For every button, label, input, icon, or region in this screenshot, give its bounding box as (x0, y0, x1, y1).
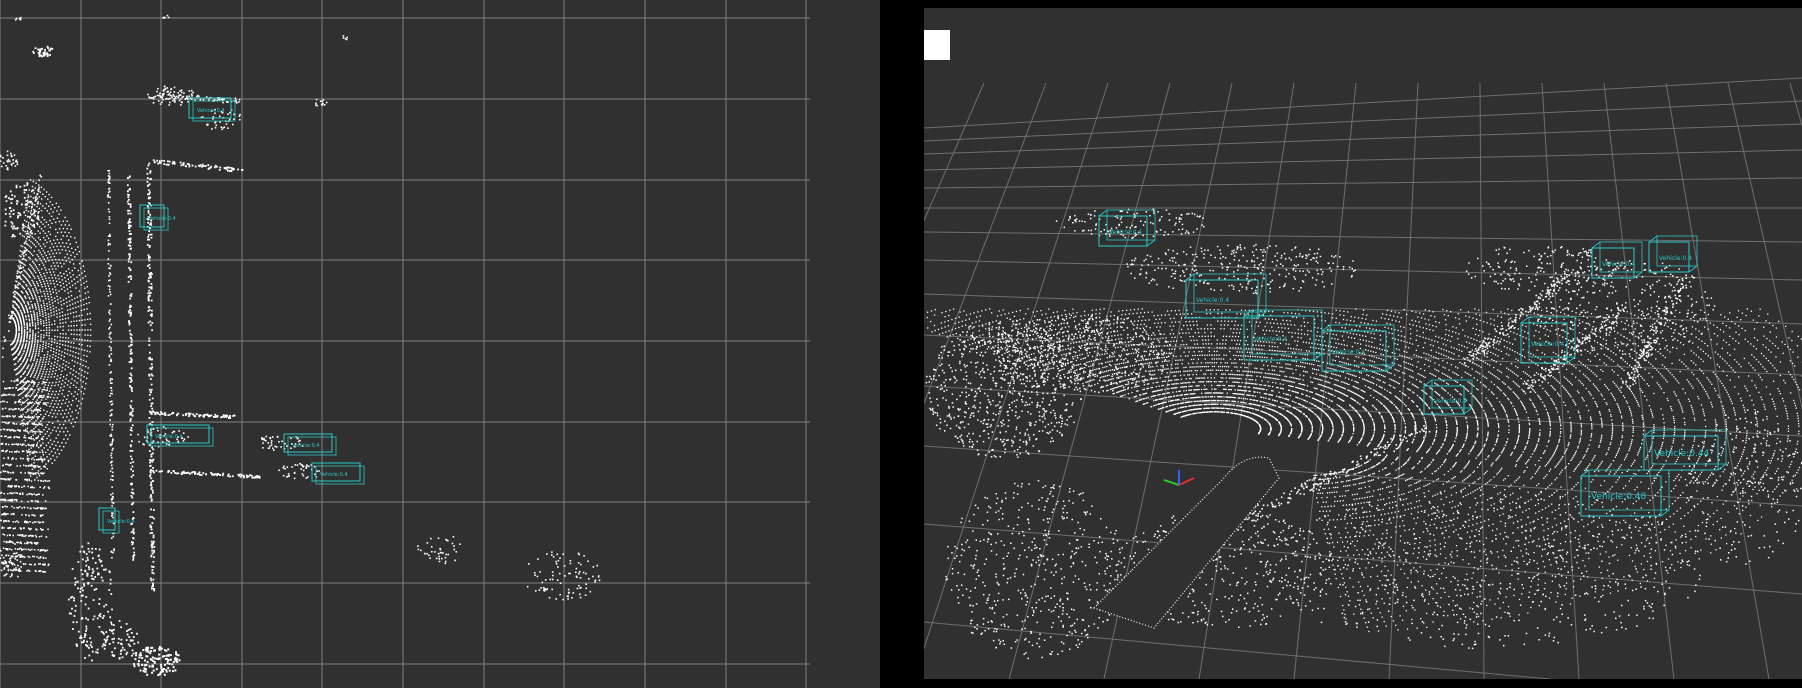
ego-vehicle-outline (1092, 456, 1280, 629)
bev-bbox-label: Vehicle:0.4 (320, 472, 348, 478)
perspective-bbox: Vehicle:0.4 (1185, 273, 1267, 319)
perspective-bbox-label: Vehicle:0.4 (1109, 229, 1142, 236)
perspective-bbox: Vehicle:0.4 (1648, 235, 1698, 273)
bev-lidar-viewport[interactable]: Vehicle:0.4 Vehicle:0.4 Vehicle:0.4 Vehicle… (0, 0, 880, 688)
bev-pointcloud-canvas: Vehicle:0.4 Vehicle:0.4 Vehicle:0.4 Vehicle… (0, 0, 880, 688)
perspective-pointcloud-canvas: Vehicle:0.4 Vehicle:0.4 Vehicle:0.4 Vehicle… (924, 77, 1802, 679)
bev-bbox-label: Vehicle:0.4 (155, 434, 183, 440)
bev-grid (0, 0, 810, 688)
perspective-bbox-label: Vehicle:0.4 (1602, 261, 1635, 268)
perspective-bbox: Vehicle:0.4 (1591, 241, 1643, 279)
bev-bbox-label: Vehicle:0.4 (197, 108, 225, 114)
bev-bbox-label: Vehicle:0.4 (148, 216, 176, 222)
perspective-bbox-label: Vehicle:0.4 (1434, 398, 1467, 405)
perspective-bbox-label: Vehicle:0.4 (1531, 341, 1564, 348)
perspective-bbox-label: Vehicle:0.4 (1196, 297, 1229, 304)
bev-bbox: Vehicle:0.4 (311, 462, 365, 485)
perspective-bbox-label: Vehicle:0.44 (1654, 449, 1710, 459)
perspective-bbox-label: Vehicle:0.4 (1659, 255, 1692, 262)
bev-bbox: Vehicle:0.4 (283, 433, 337, 456)
perspective-bbox-label: Vehicle:0.4 (1332, 349, 1365, 356)
bev-bbox-label: Vehicle:0.4 (107, 519, 135, 525)
bev-bbox: Vehicle:0.4 (146, 424, 214, 447)
perspective-bbox-label: Vehicle:0.4 (1254, 336, 1287, 343)
perspective-bbox: Vehicle:0.44 (1643, 429, 1727, 471)
bev-bbox: Vehicle:0.4 (139, 204, 176, 231)
viewport-badge-icon (924, 30, 950, 60)
bev-point-cloud (0, 14, 601, 677)
bev-bbox-label: Vehicle:0.4 (292, 443, 320, 449)
perspective-bbox: Vehicle:0.4 (1423, 379, 1473, 415)
perspective-point-cloud (925, 208, 1802, 660)
perspective-bbox: Vehicle:0.48 (1580, 469, 1670, 517)
bev-detections: Vehicle:0.4 Vehicle:0.4 Vehicle:0.4 Vehicle… (98, 97, 365, 534)
perspective-lidar-viewport[interactable]: Vehicle:0.4 Vehicle:0.4 Vehicle:0.4 Vehicle… (924, 8, 1802, 679)
perspective-bbox-label: Vehicle:0.48 (1591, 492, 1647, 502)
axis-gizmo-icon (1163, 470, 1195, 486)
perspective-bbox: Vehicle:0.4 (1520, 316, 1576, 364)
bev-bbox: Vehicle:0.4 (98, 507, 135, 534)
